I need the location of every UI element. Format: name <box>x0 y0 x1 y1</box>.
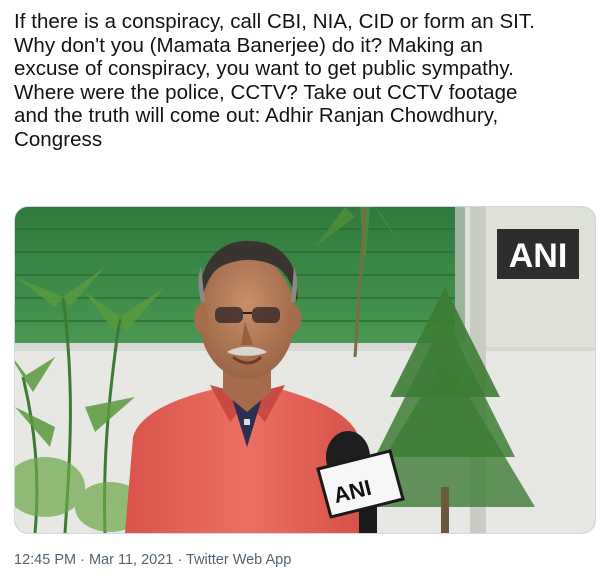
tweet-footer: 12:45 PM · Mar 11, 2021 · Twitter Web Ap… <box>14 552 291 568</box>
tweet-time[interactable]: 12:45 PM <box>14 552 76 568</box>
tweet-line: excuse of conspiracy, you want to get pu… <box>14 57 514 81</box>
tweet-line: Why don't you (Mamata Banerjee) do it? M… <box>14 33 483 57</box>
tweet-source-app[interactable]: Twitter Web App <box>186 552 291 568</box>
watermark-text: ANI <box>509 237 568 275</box>
tweet-line: Congress <box>14 127 103 151</box>
tweet-photo[interactable]: ANI ANI <box>14 206 596 534</box>
tweet-line: If there is a conspiracy, call CBI, NIA,… <box>14 10 535 33</box>
tweet-line: Where were the police, CCTV? Take out CC… <box>14 80 518 104</box>
separator: · <box>173 552 186 568</box>
tweet-text: If there is a conspiracy, call CBI, NIA,… <box>14 10 594 152</box>
separator: · <box>76 552 89 568</box>
ani-watermark: ANI <box>497 229 579 279</box>
tweet-line: and the truth will come out: Adhir Ranja… <box>14 104 499 128</box>
photo-scene: ANI ANI <box>15 207 595 533</box>
tweet-date[interactable]: Mar 11, 2021 <box>89 552 173 568</box>
